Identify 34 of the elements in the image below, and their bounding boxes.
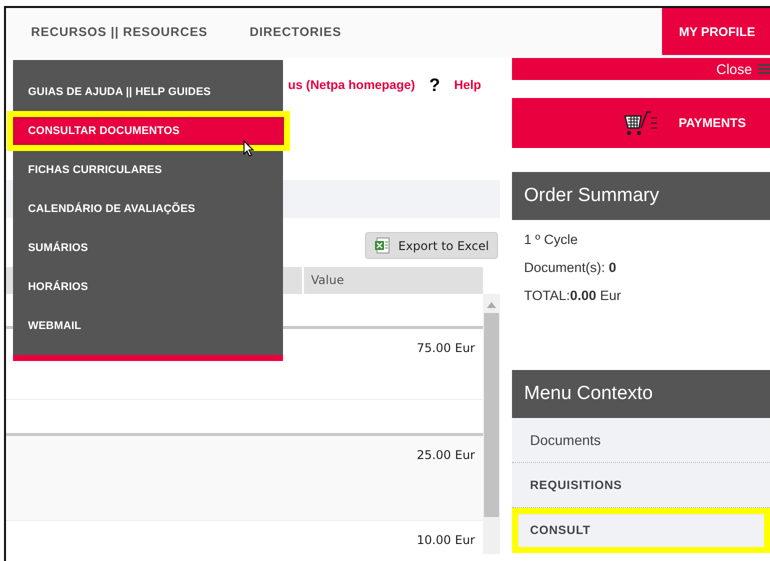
cursor-icon — [243, 140, 254, 157]
scroll-thumb[interactable] — [484, 313, 499, 517]
export-button[interactable]: Export to Excel — [365, 232, 498, 259]
context-menu-item[interactable]: CONSULT — [512, 508, 770, 553]
nav-link[interactable]: RECURSOS || RESOURCES — [31, 25, 208, 58]
spreadsheet-icon — [374, 237, 392, 254]
panel-title: Order Summary — [524, 185, 660, 207]
table-cell: 10.00 Eur — [416, 533, 475, 547]
context-menu-item[interactable]: Documents — [512, 418, 770, 463]
homepage-link[interactable]: us (Netpa homepage) — [288, 78, 416, 92]
dropdown-item[interactable]: GUIAS DE AJUDA || HELP GUIDES — [13, 78, 283, 106]
table-cell: 75.00 Eur — [416, 341, 475, 355]
total-text: TOTAL:0.00 Eur — [524, 288, 622, 303]
dropdown-item[interactable]: HORÁRIOS — [13, 273, 283, 301]
scroll-up-icon[interactable] — [487, 302, 496, 308]
payments-button[interactable]: PAYMENTS — [512, 98, 770, 148]
dropdown-item[interactable]: SUMÁRIOS — [13, 234, 283, 262]
dropdown-item[interactable]: WEBMAIL — [13, 312, 283, 340]
help-mark: ? — [429, 75, 440, 96]
dropdown-item[interactable]: CALENDÁRIO DE AVALIAÇÕES — [13, 195, 283, 223]
context-menu-item[interactable]: REQUISITIONS — [512, 463, 770, 508]
panel-title: Menu Contexto — [524, 383, 653, 405]
cycle-text: 1 º Cycle — [524, 232, 579, 247]
scrollbar[interactable] — [483, 294, 500, 554]
dropdown-item[interactable]: FICHAS CURRICULARES — [13, 156, 283, 184]
nav-link[interactable]: DIRECTORIES — [250, 25, 342, 58]
menu-icon[interactable] — [758, 63, 770, 75]
close-link[interactable]: Close — [716, 61, 752, 77]
table-cell: 25.00 Eur — [416, 448, 475, 462]
column-header: Value — [304, 267, 483, 294]
documents-count: Document(s): 0 — [524, 260, 618, 275]
profile-button[interactable]: MY PROFILE — [662, 8, 770, 55]
help-link[interactable]: Help — [454, 78, 482, 92]
dropdown-item[interactable]: CONSULTAR DOCUMENTOS — [13, 117, 284, 145]
